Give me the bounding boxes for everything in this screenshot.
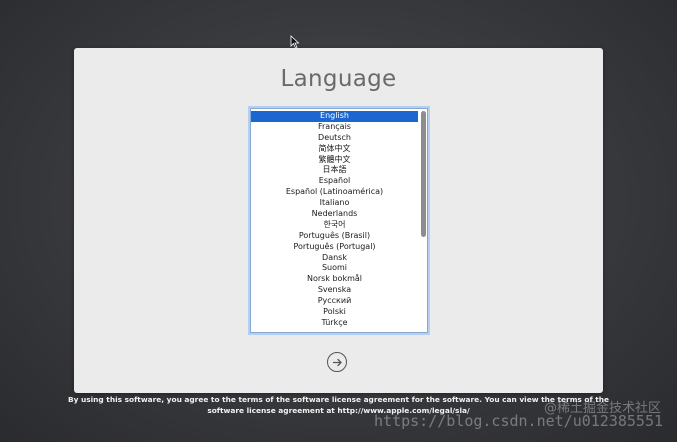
language-list-items: English Français Deutsch 简体中文 繁體中文 日本語 Español… bbox=[251, 111, 418, 329]
language-option[interactable]: Italiano bbox=[251, 198, 418, 209]
language-list[interactable]: English Français Deutsch 简体中文 繁體中文 日本語 Español… bbox=[250, 108, 428, 333]
language-option[interactable]: Nederlands bbox=[251, 209, 418, 220]
language-option[interactable]: 日本語 bbox=[251, 165, 418, 176]
language-option[interactable]: Polski bbox=[251, 307, 418, 318]
language-option[interactable]: Svenska bbox=[251, 285, 418, 296]
language-option[interactable]: Español (Latinoamérica) bbox=[251, 187, 418, 198]
language-option[interactable]: 简体中文 bbox=[251, 144, 418, 155]
scrollbar-thumb[interactable] bbox=[421, 111, 426, 237]
language-option[interactable]: Dansk bbox=[251, 253, 418, 264]
watermark-url: https://blog.csdn.net/u012385551 bbox=[374, 412, 663, 430]
language-option[interactable]: 繁體中文 bbox=[251, 155, 418, 166]
language-option[interactable]: Español bbox=[251, 176, 418, 187]
arrow-right-circle-icon bbox=[332, 358, 342, 366]
page-title: Language bbox=[280, 66, 397, 92]
language-option[interactable]: Русский bbox=[251, 296, 418, 307]
scrollbar[interactable] bbox=[421, 111, 426, 329]
language-dialog: Language English Français Deutsch 简体中文 繁體中文日… bbox=[74, 48, 603, 393]
language-option[interactable]: Deutsch bbox=[251, 133, 418, 144]
language-option[interactable]: Português (Portugal) bbox=[251, 242, 418, 253]
language-option[interactable]: Suomi bbox=[251, 263, 418, 274]
language-option[interactable]: Norsk bokmål bbox=[251, 274, 418, 285]
mouse-pointer-icon bbox=[290, 35, 300, 49]
language-option[interactable]: Türkçe bbox=[251, 318, 418, 329]
language-option[interactable]: 한국어 bbox=[251, 220, 418, 231]
language-option[interactable]: Français bbox=[251, 122, 418, 133]
language-option[interactable]: English bbox=[251, 111, 418, 122]
language-option[interactable]: Português (Brasil) bbox=[251, 231, 418, 242]
next-button[interactable] bbox=[327, 352, 347, 372]
